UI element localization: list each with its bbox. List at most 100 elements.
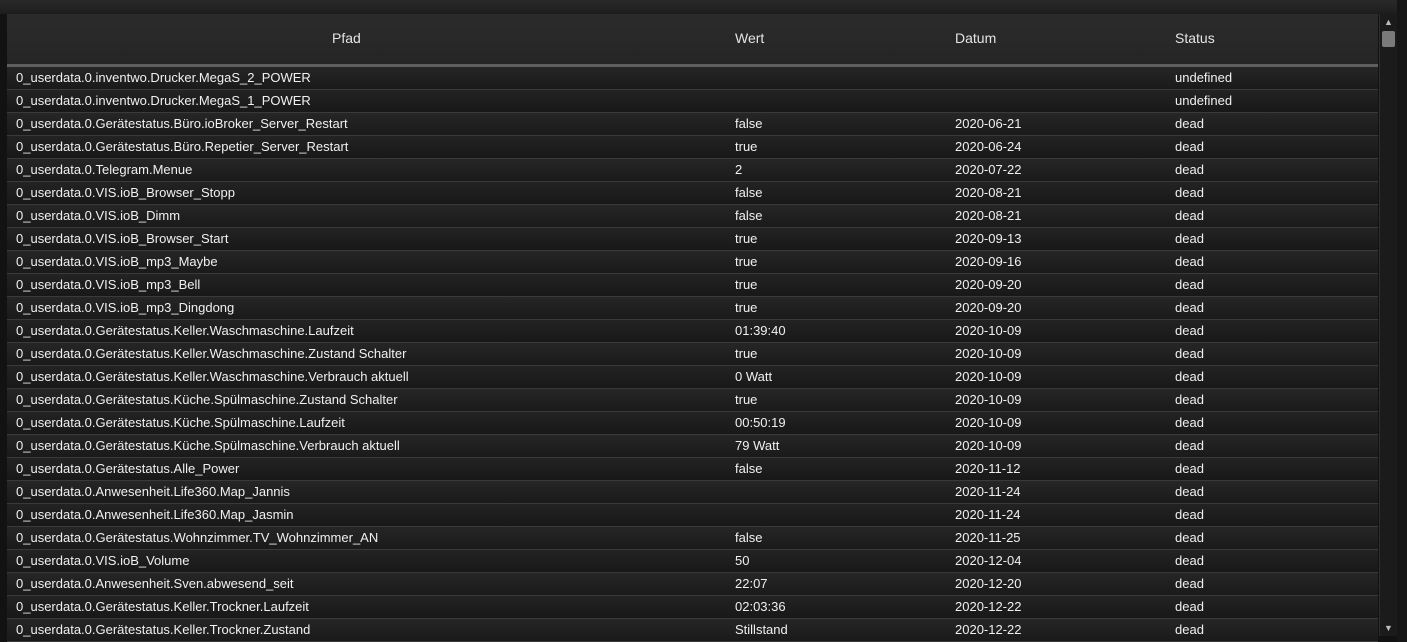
cell-path: 0_userdata.0.inventwo.Drucker.MegaS_2_PO… bbox=[16, 70, 311, 85]
cell-status: dead bbox=[1175, 254, 1204, 269]
cell-status: dead bbox=[1175, 162, 1204, 177]
cell-date: 2020-11-12 bbox=[955, 461, 1021, 476]
cell-path: 0_userdata.0.Gerätestatus.Keller.Waschma… bbox=[16, 323, 354, 338]
cell-status: dead bbox=[1175, 231, 1204, 246]
cell-path: 0_userdata.0.inventwo.Drucker.MegaS_1_PO… bbox=[16, 93, 311, 108]
cell-value: Stillstand bbox=[735, 622, 788, 637]
table-row[interactable]: 0_userdata.0.inventwo.Drucker.MegaS_2_PO… bbox=[7, 67, 1378, 90]
cell-date: 2020-07-22 bbox=[955, 162, 1022, 177]
cell-value: false bbox=[735, 461, 763, 476]
cell-path: 0_userdata.0.Gerätestatus.Alle_Power bbox=[16, 461, 240, 476]
column-header-path[interactable]: Pfad bbox=[332, 14, 361, 64]
cell-date: 2020-10-09 bbox=[955, 369, 1022, 384]
table-row[interactable]: 0_userdata.0.Gerätestatus.Küche.Spülmasc… bbox=[7, 389, 1378, 412]
cell-status: dead bbox=[1175, 553, 1204, 568]
cell-status: dead bbox=[1175, 461, 1204, 476]
cell-date: 2020-11-24 bbox=[955, 484, 1021, 499]
top-bar bbox=[0, 0, 1407, 14]
cell-date: 2020-11-25 bbox=[955, 530, 1021, 545]
cell-path: 0_userdata.0.Gerätestatus.Wohnzimmer.TV_… bbox=[16, 530, 379, 545]
cell-date: 2020-09-13 bbox=[955, 231, 1022, 246]
table-row[interactable]: 0_userdata.0.VIS.ioB_Browser_Stopp false 2… bbox=[7, 182, 1378, 205]
chevron-down-icon[interactable]: ▼ bbox=[1380, 620, 1397, 636]
cell-status: dead bbox=[1175, 208, 1204, 223]
table-row[interactable]: 0_userdata.0.Gerätestatus.Keller.Waschma… bbox=[7, 366, 1378, 389]
cell-path: 0_userdata.0.Anwesenheit.Life360.Map_Jan… bbox=[16, 484, 290, 499]
cell-date: 2020-06-24 bbox=[955, 139, 1022, 154]
cell-path: 0_userdata.0.Gerätestatus.Küche.Spülmasc… bbox=[16, 438, 400, 453]
cell-date: 2020-10-09 bbox=[955, 415, 1022, 430]
cell-status: dead bbox=[1175, 622, 1204, 637]
cell-path: 0_userdata.0.Telegram.Menue bbox=[16, 162, 193, 177]
table-row[interactable]: 0_userdata.0.Gerätestatus.Keller.Trockne… bbox=[7, 619, 1378, 642]
cell-value: true bbox=[735, 139, 758, 154]
table-row[interactable]: 0_userdata.0.Gerätestatus.Küche.Spülmasc… bbox=[7, 435, 1378, 458]
table-row[interactable]: 0_userdata.0.VIS.ioB_Volume 50 2020-12-04 d… bbox=[7, 550, 1378, 573]
cell-path: 0_userdata.0.Gerätestatus.Keller.Waschma… bbox=[16, 369, 409, 384]
column-header-value[interactable]: Wert bbox=[735, 14, 764, 64]
cell-path: 0_userdata.0.VIS.ioB_Browser_Stopp bbox=[16, 185, 235, 200]
cell-status: dead bbox=[1175, 346, 1204, 361]
cell-date: 2020-10-09 bbox=[955, 323, 1022, 338]
table-row[interactable]: 0_userdata.0.Anwesenheit.Life360.Map_Jan… bbox=[7, 481, 1378, 504]
cell-path: 0_userdata.0.Gerätestatus.Küche.Spülmasc… bbox=[16, 392, 398, 407]
scroll-thumb[interactable] bbox=[1382, 31, 1395, 47]
cell-date: 2020-10-09 bbox=[955, 346, 1022, 361]
cell-path: 0_userdata.0.Anwesenheit.Life360.Map_Jas… bbox=[16, 507, 294, 522]
cell-value: 00:50:19 bbox=[735, 415, 786, 430]
table-row[interactable]: 0_userdata.0.Gerätestatus.Küche.Spülmasc… bbox=[7, 412, 1378, 435]
table-header: Pfad Wert Datum Status bbox=[7, 14, 1378, 67]
cell-path: 0_userdata.0.Anwesenheit.Sven.abwesend_s… bbox=[16, 576, 294, 591]
table-row[interactable]: 0_userdata.0.Gerätestatus.Büro.ioBroker_… bbox=[7, 113, 1378, 136]
cell-date: 2020-09-16 bbox=[955, 254, 1022, 269]
table-row[interactable]: 0_userdata.0.Gerätestatus.Keller.Trockne… bbox=[7, 596, 1378, 619]
cell-path: 0_userdata.0.VIS.ioB_mp3_Bell bbox=[16, 277, 201, 292]
table-row[interactable]: 0_userdata.0.Anwesenheit.Sven.abwesend_s… bbox=[7, 573, 1378, 596]
cell-date: 2020-08-21 bbox=[955, 185, 1022, 200]
cell-status: dead bbox=[1175, 415, 1204, 430]
table-row[interactable]: 0_userdata.0.Gerätestatus.Büro.Repetier_… bbox=[7, 136, 1378, 159]
table-row[interactable]: 0_userdata.0.VIS.ioB_mp3_Maybe true 2020-0… bbox=[7, 251, 1378, 274]
table-row[interactable]: 0_userdata.0.VIS.ioB_mp3_Dingdong true 202… bbox=[7, 297, 1378, 320]
cell-value: 01:39:40 bbox=[735, 323, 786, 338]
column-header-date[interactable]: Datum bbox=[955, 14, 996, 64]
cell-status: dead bbox=[1175, 323, 1204, 338]
table-row[interactable]: 0_userdata.0.VIS.ioB_Browser_Start true 20… bbox=[7, 228, 1378, 251]
cell-date: 2020-11-24 bbox=[955, 507, 1021, 522]
chevron-up-icon[interactable]: ▲ bbox=[1380, 14, 1397, 30]
table-row[interactable]: 0_userdata.0.VIS.ioB_Dimm false 2020-08-21… bbox=[7, 205, 1378, 228]
table-row[interactable]: 0_userdata.0.Gerätestatus.Keller.Waschma… bbox=[7, 320, 1378, 343]
cell-status: dead bbox=[1175, 139, 1204, 154]
cell-date: 2020-12-04 bbox=[955, 553, 1022, 568]
cell-value: false bbox=[735, 185, 763, 200]
cell-value: 02:03:36 bbox=[735, 599, 786, 614]
table-row[interactable]: 0_userdata.0.Gerätestatus.Wohnzimmer.TV_… bbox=[7, 527, 1378, 550]
cell-status: dead bbox=[1175, 116, 1204, 131]
cell-value: 50 bbox=[735, 553, 750, 568]
table-row[interactable]: 0_userdata.0.Gerätestatus.Alle_Power fals… bbox=[7, 458, 1378, 481]
cell-status: dead bbox=[1175, 507, 1204, 522]
table-row[interactable]: 0_userdata.0.Anwesenheit.Life360.Map_Jas… bbox=[7, 504, 1378, 527]
cell-date: 2020-09-20 bbox=[955, 300, 1022, 315]
cell-status: undefined bbox=[1175, 70, 1233, 85]
table-row[interactable]: 0_userdata.0.VIS.ioB_mp3_Bell true 2020-09… bbox=[7, 274, 1378, 297]
cell-status: undefined bbox=[1175, 93, 1233, 108]
column-header-status[interactable]: Status bbox=[1175, 14, 1215, 64]
cell-date: 2020-06-21 bbox=[955, 116, 1022, 131]
cell-value: 22:07 bbox=[735, 576, 768, 591]
cell-value: true bbox=[735, 254, 758, 269]
cell-path: 0_userdata.0.VIS.ioB_mp3_Dingdong bbox=[16, 300, 235, 315]
cell-path: 0_userdata.0.VIS.ioB_Browser_Start bbox=[16, 231, 229, 246]
cell-date: 2020-12-22 bbox=[955, 599, 1022, 614]
cell-path: 0_userdata.0.Gerätestatus.Büro.ioBroker_… bbox=[16, 116, 348, 131]
cell-status: dead bbox=[1175, 576, 1204, 591]
cell-path: 0_userdata.0.Gerätestatus.Büro.Repetier_… bbox=[16, 139, 349, 154]
cell-path: 0_userdata.0.VIS.ioB_mp3_Maybe bbox=[16, 254, 218, 269]
cell-date: 2020-09-20 bbox=[955, 277, 1022, 292]
vertical-scrollbar[interactable]: ▲ ▼ bbox=[1379, 14, 1397, 636]
table-row[interactable]: 0_userdata.0.Gerätestatus.Keller.Waschma… bbox=[7, 343, 1378, 366]
cell-status: dead bbox=[1175, 484, 1204, 499]
window: Pfad Wert Datum Status 0_userdata.0.inve… bbox=[0, 0, 1407, 642]
table-row[interactable]: 0_userdata.0.Telegram.Menue 2 2020-07-22 de… bbox=[7, 159, 1378, 182]
table-row[interactable]: 0_userdata.0.inventwo.Drucker.MegaS_1_PO… bbox=[7, 90, 1378, 113]
